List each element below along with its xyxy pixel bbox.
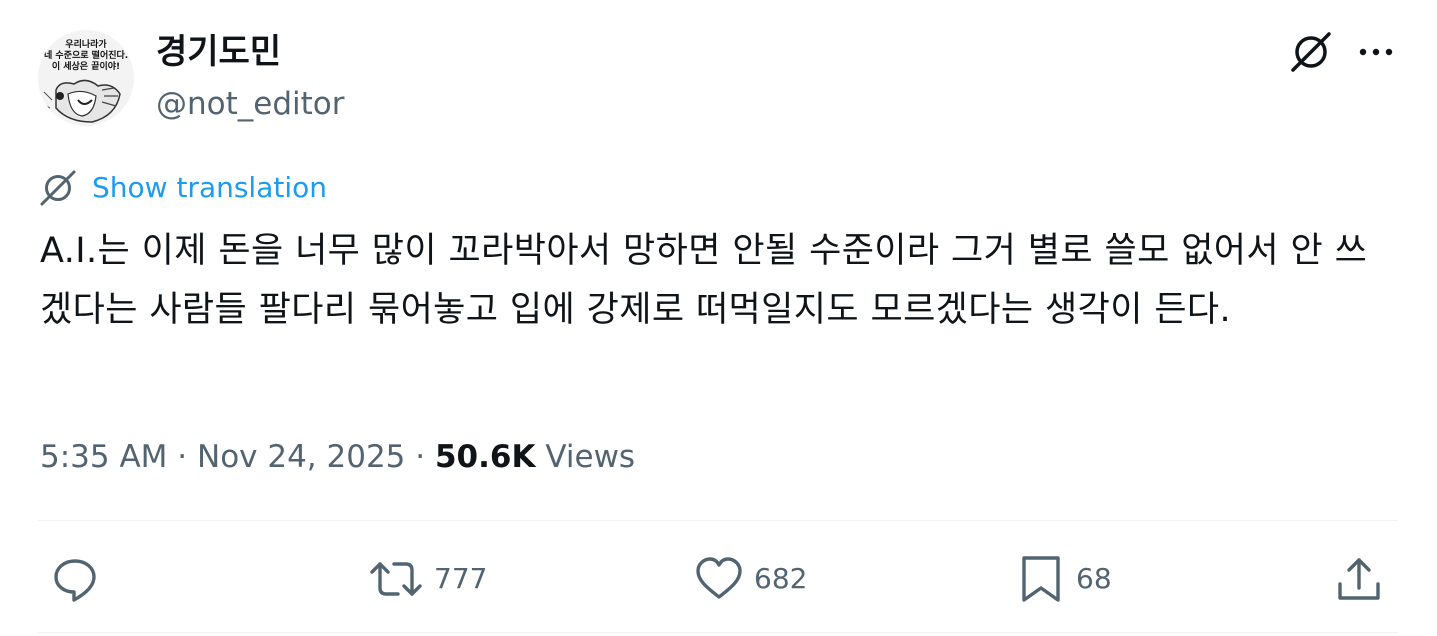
author-handle[interactable]: @not_editor (156, 86, 345, 122)
tweet-date[interactable]: Nov 24, 2025 (197, 439, 405, 475)
repost-button[interactable]: 777 (368, 553, 487, 605)
tweet-text: A.I.는 이제 돈을 너무 많이 꼬라박아서 망하면 안될 수준이라 그거 별… (40, 231, 1368, 330)
show-translation-button[interactable]: Show translation (38, 166, 327, 210)
views-count: 50.6K (434, 439, 536, 475)
bookmark-button[interactable]: 68 (1016, 553, 1112, 605)
avatar-caption-line: 이 세상은 끝이야! (51, 62, 121, 72)
grok-button[interactable] (1287, 28, 1335, 76)
more-icon (1359, 48, 1393, 56)
show-translation-label[interactable]: Show translation (92, 170, 327, 206)
meta-separator: · (177, 439, 188, 475)
grok-icon (40, 170, 76, 206)
views-label: Views (545, 439, 636, 475)
divider (38, 632, 1398, 633)
divider (38, 520, 1398, 521)
meta-separator: · (415, 439, 426, 475)
reply-icon (54, 559, 96, 602)
reply-button[interactable] (50, 553, 100, 605)
heart-icon (696, 557, 742, 599)
tweet-meta: 5:35 AM · Nov 24, 2025 · 50.6K Views (40, 436, 635, 478)
bookmark-icon (1022, 556, 1060, 602)
share-icon (1338, 558, 1380, 600)
avatar-caption-line: 우리나라가 (65, 40, 107, 50)
repost-icon (370, 562, 422, 596)
avatar-caption: 우리나라가 네 수준으로 떨어진다. 이 세상은 끝이야! (44, 40, 128, 73)
tweet-time[interactable]: 5:35 AM (40, 439, 167, 475)
bookmark-count: 68 (1076, 562, 1112, 595)
repost-count: 777 (434, 562, 488, 595)
author-display-name[interactable]: 경기도민 (156, 32, 281, 72)
avatar-caption-line: 네 수준으로 떨어진다. (44, 51, 129, 61)
more-button[interactable] (1352, 36, 1400, 68)
like-count: 682 (754, 562, 808, 595)
grok-icon (1291, 32, 1331, 72)
like-button[interactable]: 682 (694, 553, 807, 605)
share-button[interactable] (1334, 553, 1384, 605)
avatar[interactable]: 우리나라가 네 수준으로 떨어진다. 이 세상은 끝이야! (38, 30, 134, 126)
